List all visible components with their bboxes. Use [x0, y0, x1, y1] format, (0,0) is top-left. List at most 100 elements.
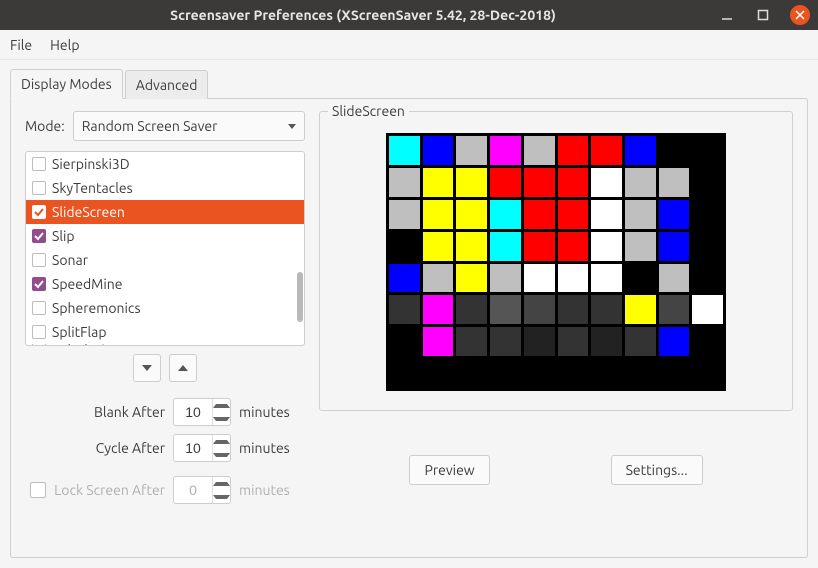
preview-tile: [456, 232, 487, 261]
cycle-after-field[interactable]: [174, 435, 212, 461]
scrollbar-thumb[interactable]: [297, 272, 303, 322]
tab-display-modes[interactable]: Display Modes: [10, 69, 123, 99]
preview-tile: [389, 232, 420, 261]
list-item-checkbox[interactable]: [32, 229, 46, 243]
preview-frame: SlideScreen: [319, 111, 793, 411]
preview-tile: [659, 232, 690, 261]
preview-tile: [423, 264, 454, 293]
preview-tile: [389, 295, 420, 324]
preview-tile: [423, 200, 454, 229]
list-item[interactable]: SkyTentacles: [26, 176, 304, 200]
list-item[interactable]: SpeedMine: [26, 272, 304, 296]
list-item-checkbox[interactable]: [32, 253, 46, 267]
list-item[interactable]: SplitFlap: [26, 320, 304, 344]
preview-tile: [625, 200, 656, 229]
preview-tile: [389, 327, 420, 356]
close-button[interactable]: [790, 5, 810, 25]
minimize-button[interactable]: [718, 6, 736, 24]
preview-tile: [692, 136, 723, 165]
move-up-button[interactable]: [169, 354, 197, 382]
spin-down-icon[interactable]: [213, 490, 230, 503]
preview-tile: [625, 327, 656, 356]
lock-after-unit: minutes: [239, 482, 290, 498]
preview-tile: [591, 136, 622, 165]
preview-button[interactable]: Preview: [409, 455, 489, 485]
blank-after-label: Blank After: [25, 404, 165, 420]
list-item[interactable]: SlideScreen: [26, 200, 304, 224]
preview-tile: [591, 295, 622, 324]
tab-advanced[interactable]: Advanced: [125, 70, 209, 99]
preview-tile: [456, 295, 487, 324]
preview-tile: [423, 168, 454, 197]
preview-tile: [692, 232, 723, 261]
preview-tile: [524, 295, 555, 324]
spin-down-icon[interactable]: [213, 448, 230, 461]
spin-up-icon[interactable]: [213, 477, 230, 490]
preview-tile: [591, 264, 622, 293]
preview-tile: [524, 168, 555, 197]
spin-down-icon[interactable]: [213, 412, 230, 425]
list-item-checkbox[interactable]: [32, 325, 46, 339]
preview-tile: [456, 264, 487, 293]
preview-tile: [659, 136, 690, 165]
preview-tile: [558, 232, 589, 261]
preview-tile: [591, 232, 622, 261]
list-item-checkbox[interactable]: [32, 277, 46, 291]
list-item-checkbox[interactable]: [32, 344, 46, 346]
list-item-label: Splodesic: [52, 344, 111, 346]
preview-tile: [659, 200, 690, 229]
tabstrip: Display Modes Advanced: [10, 69, 808, 99]
preview-tile: [490, 359, 521, 388]
list-item[interactable]: Sierpinski3D: [26, 152, 304, 176]
window-buttons: [718, 5, 810, 25]
preview-tile: [692, 327, 723, 356]
list-item-label: SpeedMine: [52, 276, 122, 292]
preview-tile: [558, 295, 589, 324]
lock-after-input[interactable]: [173, 476, 231, 504]
cycle-after-input[interactable]: [173, 434, 231, 462]
list-item-checkbox[interactable]: [32, 181, 46, 195]
preview-tile: [659, 327, 690, 356]
preview-canvas: [386, 133, 726, 391]
menu-file[interactable]: File: [10, 37, 32, 53]
preview-tile: [456, 200, 487, 229]
spin-up-icon[interactable]: [213, 399, 230, 412]
preview-tile: [423, 327, 454, 356]
list-item[interactable]: Sonar: [26, 248, 304, 272]
preview-tile: [524, 136, 555, 165]
preview-tile: [490, 200, 521, 229]
list-item-label: Sierpinski3D: [52, 156, 130, 172]
menu-help[interactable]: Help: [50, 37, 79, 53]
move-down-button[interactable]: [133, 354, 161, 382]
lock-screen-checkbox[interactable]: [30, 482, 46, 498]
preview-tile: [558, 200, 589, 229]
blank-after-input[interactable]: [173, 398, 231, 426]
list-item[interactable]: Splodesic: [26, 344, 304, 346]
spin-up-icon[interactable]: [213, 435, 230, 448]
preview-tile: [389, 168, 420, 197]
list-item-label: SkyTentacles: [52, 180, 133, 196]
maximize-button[interactable]: [754, 6, 772, 24]
list-item-label: SlideScreen: [52, 204, 125, 220]
mode-value: Random Screen Saver: [82, 118, 218, 134]
screensaver-list[interactable]: Sierpinski3D SkyTentacles SlideScreen Slip S…: [25, 151, 305, 346]
list-item-checkbox[interactable]: [32, 205, 46, 219]
mode-dropdown[interactable]: Random Screen Saver: [73, 111, 305, 141]
preview-tile: [692, 200, 723, 229]
list-item-checkbox[interactable]: [32, 301, 46, 315]
preview-tile: [490, 327, 521, 356]
preview-tile: [659, 264, 690, 293]
list-item-label: Slip: [52, 228, 75, 244]
settings-button[interactable]: Settings...: [611, 455, 703, 485]
preview-tile: [389, 136, 420, 165]
list-item[interactable]: Spheremonics: [26, 296, 304, 320]
preview-tile: [389, 200, 420, 229]
list-item-checkbox[interactable]: [32, 157, 46, 171]
preview-legend: SlideScreen: [328, 103, 409, 119]
blank-after-field[interactable]: [174, 399, 212, 425]
preview-tile: [456, 136, 487, 165]
preview-tile: [558, 264, 589, 293]
list-item[interactable]: Slip: [26, 224, 304, 248]
lock-after-field[interactable]: [174, 477, 212, 503]
preview-tile: [625, 136, 656, 165]
